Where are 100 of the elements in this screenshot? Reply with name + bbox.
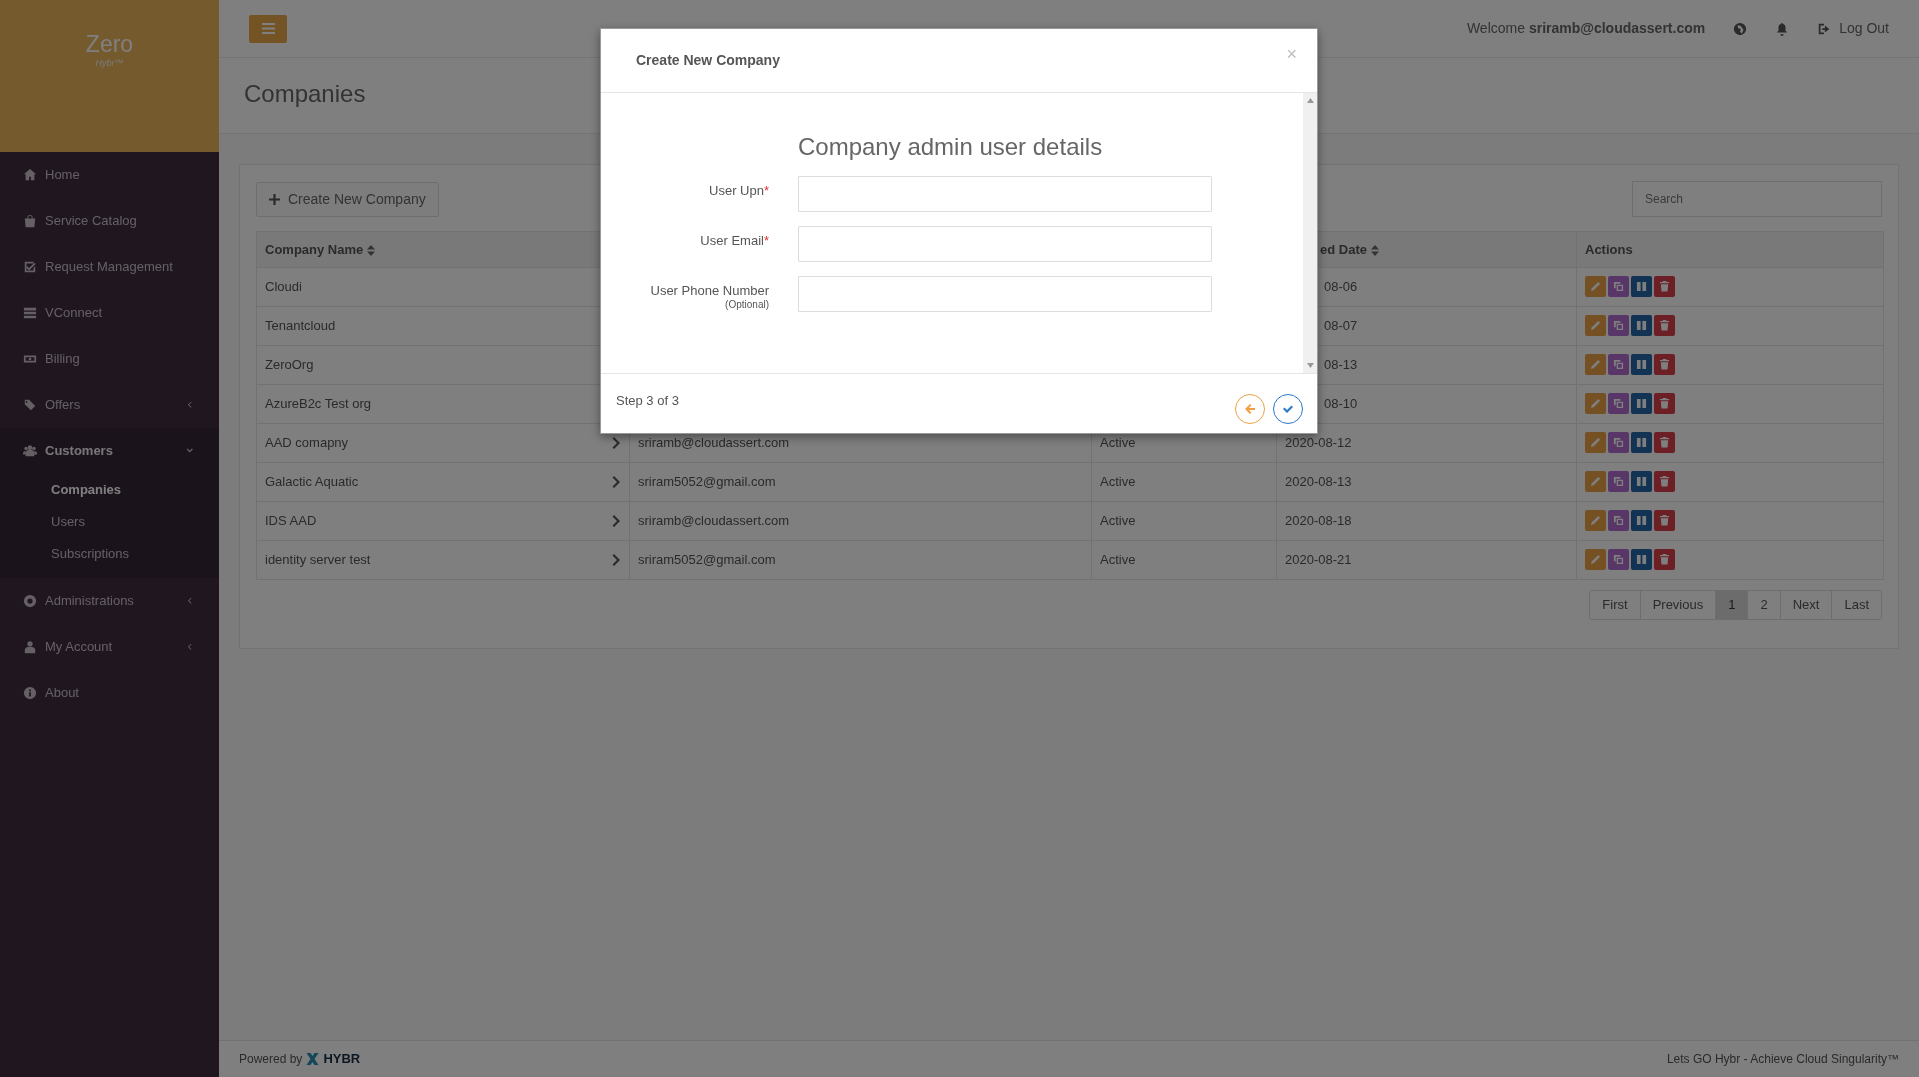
sidebar-item[interactable]: Billing <box>0 336 219 382</box>
scroll-up-icon[interactable] <box>1306 98 1314 103</box>
life-ring-icon <box>23 594 37 608</box>
page-link[interactable]: Last <box>1831 590 1882 620</box>
columns-icon <box>1636 281 1647 293</box>
date-text: 08-06 <box>1324 279 1358 295</box>
close-button[interactable]: × <box>1286 41 1297 68</box>
bell-icon <box>1775 21 1790 36</box>
copy-button[interactable] <box>1608 276 1629 298</box>
columns-button[interactable] <box>1631 393 1652 415</box>
pencil-icon <box>1590 281 1601 293</box>
edit-button[interactable] <box>1585 354 1606 376</box>
info-icon <box>23 686 37 700</box>
logo-icon <box>306 1053 320 1065</box>
input-field[interactable] <box>798 226 1212 262</box>
pencil-icon <box>1590 398 1601 410</box>
edit-button[interactable] <box>1585 276 1606 298</box>
date-text: 08-10 <box>1324 396 1358 412</box>
input-field[interactable] <box>798 276 1212 312</box>
copy-icon <box>1613 554 1624 566</box>
status-text: Active <box>1100 552 1136 568</box>
edit-button[interactable] <box>1585 432 1606 454</box>
copy-button[interactable] <box>1608 510 1629 532</box>
columns-button[interactable] <box>1631 354 1652 376</box>
copy-button[interactable] <box>1608 471 1629 493</box>
page-link[interactable]: 1 <box>1715 590 1749 620</box>
pencil-icon <box>1590 437 1601 449</box>
submenu-item[interactable]: Companies <box>0 474 219 506</box>
globe-icon <box>1733 21 1748 36</box>
copy-button[interactable] <box>1608 315 1629 337</box>
page-link[interactable]: First <box>1589 590 1641 620</box>
company-name: Galactic Aquatic <box>265 473 359 492</box>
edit-button[interactable] <box>1585 315 1606 337</box>
copy-button[interactable] <box>1608 432 1629 454</box>
columns-button[interactable] <box>1631 549 1652 571</box>
delete-button[interactable] <box>1654 393 1675 415</box>
create-button[interactable]: Create New Company <box>256 181 439 217</box>
trash-icon <box>1659 281 1670 293</box>
columns-button[interactable] <box>1631 315 1652 337</box>
pencil-icon <box>1590 554 1601 566</box>
columns-button[interactable] <box>1631 471 1652 493</box>
finish-button[interactable] <box>1273 393 1303 424</box>
delete-button[interactable] <box>1654 354 1675 376</box>
user-icon <box>23 640 37 654</box>
pencil-icon <box>1590 515 1601 527</box>
copy-button[interactable] <box>1608 354 1629 376</box>
scroll-down-icon[interactable] <box>1306 363 1314 368</box>
logo-subtext: Hybr™ <box>95 57 124 71</box>
page-link[interactable]: Previous <box>1639 590 1717 620</box>
delete-button[interactable] <box>1654 315 1675 337</box>
sidebar-item[interactable]: Customers <box>0 428 219 474</box>
trash-icon <box>1659 554 1670 566</box>
search-field[interactable]: Search <box>1632 181 1882 217</box>
delete-button[interactable] <box>1654 432 1675 454</box>
edit-button[interactable] <box>1585 471 1606 493</box>
edit-button[interactable] <box>1585 549 1606 571</box>
submenu-item[interactable]: Subscriptions <box>0 538 219 570</box>
sidebar-item[interactable]: Offers <box>0 382 219 428</box>
columns-button[interactable] <box>1631 432 1652 454</box>
page-link[interactable]: 2 <box>1747 590 1781 620</box>
sidebar-item[interactable]: Service Catalog <box>0 198 219 244</box>
step-text: Step 3 of 3 <box>616 391 679 410</box>
field-label: User Upn* <box>708 182 769 199</box>
brand-text: HYBR <box>323 1050 361 1069</box>
delete-button[interactable] <box>1654 510 1675 532</box>
menu-button[interactable] <box>249 14 287 43</box>
status-text: Active <box>1100 513 1136 529</box>
sidebar-item[interactable]: Home <box>0 152 219 198</box>
company-name: identity server test <box>265 551 371 570</box>
sidebar-item[interactable]: VConnect <box>0 290 219 336</box>
copy-icon <box>1613 281 1624 293</box>
columns-button[interactable] <box>1631 276 1652 298</box>
copy-icon <box>1613 515 1624 527</box>
columns-icon <box>1636 398 1647 410</box>
logo-text: Zero <box>85 32 134 58</box>
pencil-icon <box>1590 320 1601 332</box>
columns-button[interactable] <box>1631 510 1652 532</box>
sidebar-item[interactable]: Request Management <box>0 244 219 290</box>
welcome-text: Welcome sriramb@cloudassert.com <box>1466 19 1706 38</box>
column-header: Actions <box>1576 231 1884 268</box>
page-link[interactable]: Next <box>1779 590 1833 620</box>
copy-button[interactable] <box>1608 393 1629 415</box>
logout-link[interactable]: Log Out <box>1817 18 1889 39</box>
edit-button[interactable] <box>1585 510 1606 532</box>
columns-icon <box>1636 359 1647 371</box>
menu-icon <box>261 23 275 34</box>
sidebar-item[interactable]: About <box>0 670 219 716</box>
copy-button[interactable] <box>1608 549 1629 571</box>
back-button[interactable] <box>1235 393 1265 424</box>
delete-button[interactable] <box>1654 549 1675 571</box>
delete-button[interactable] <box>1654 276 1675 298</box>
field-label: User Phone Number (Optional) <box>649 282 769 311</box>
company-name: AAD comapny <box>265 434 349 453</box>
input-field[interactable] <box>798 176 1212 212</box>
edit-button[interactable] <box>1585 393 1606 415</box>
trash-icon <box>1659 437 1670 449</box>
sidebar-item[interactable]: Administrations <box>0 578 219 624</box>
delete-button[interactable] <box>1654 471 1675 493</box>
submenu-item[interactable]: Users <box>0 506 219 538</box>
sidebar-item[interactable]: My Account <box>0 624 219 670</box>
